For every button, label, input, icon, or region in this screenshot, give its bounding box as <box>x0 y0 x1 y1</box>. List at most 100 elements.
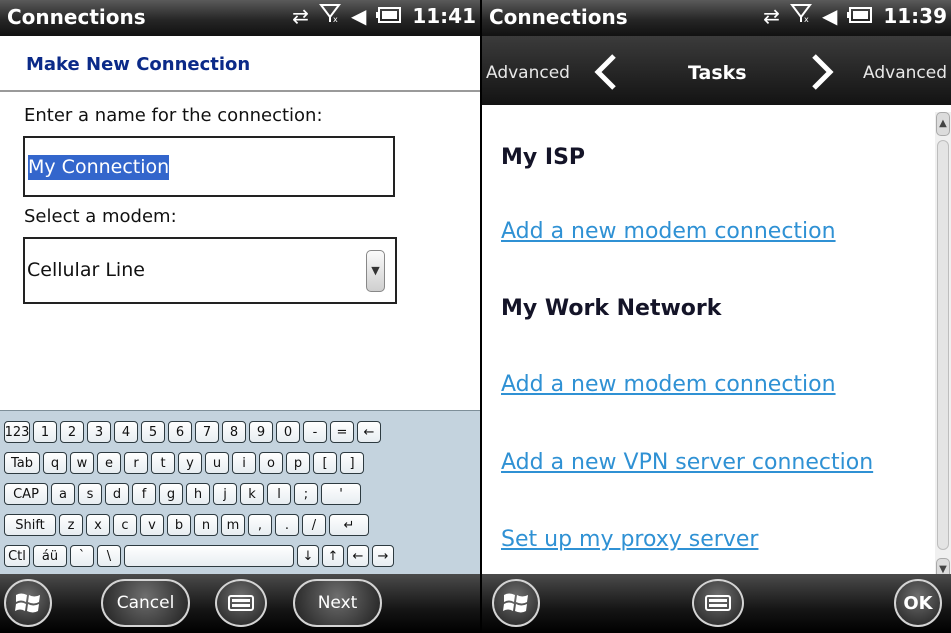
key[interactable]: ; <box>294 483 318 505</box>
scroll-thumb[interactable] <box>937 140 949 550</box>
volume-icon[interactable]: ◀︎ <box>351 4 366 28</box>
key[interactable]: Tab <box>4 452 40 474</box>
key[interactable]: p <box>286 452 310 474</box>
volume-icon[interactable]: ◀︎ <box>822 4 837 28</box>
key[interactable]: b <box>167 514 191 536</box>
tab-advanced-left[interactable]: Advanced <box>486 63 570 83</box>
windows-logo-icon <box>15 593 40 613</box>
data-sync-icon[interactable]: ⇄ <box>763 4 780 28</box>
scroll-up-icon[interactable]: ▲ <box>936 112 950 136</box>
key[interactable]: q <box>43 452 67 474</box>
key[interactable]: → <box>372 545 394 567</box>
key[interactable]: l <box>267 483 291 505</box>
key[interactable]: 5 <box>141 421 165 443</box>
tab-tasks[interactable]: Tasks <box>688 62 747 84</box>
key[interactable]: x <box>86 514 110 536</box>
key[interactable]: j <box>213 483 237 505</box>
battery-icon[interactable] <box>376 4 402 28</box>
connection-name-input[interactable]: My Connection <box>23 136 395 197</box>
key[interactable]: u <box>205 452 229 474</box>
key[interactable]: 0 <box>276 421 300 443</box>
key[interactable]: ← <box>357 421 381 443</box>
key[interactable]: 7 <box>195 421 219 443</box>
key[interactable]: áü <box>33 545 67 567</box>
key[interactable]: ← <box>347 545 369 567</box>
key[interactable]: a <box>51 483 75 505</box>
key[interactable]: - <box>303 421 327 443</box>
clock[interactable]: 11:39 <box>883 4 947 28</box>
key[interactable]: m <box>221 514 245 536</box>
key[interactable]: Shift <box>4 514 56 536</box>
keyboard-toggle-button[interactable] <box>692 579 744 627</box>
key[interactable]: z <box>59 514 83 536</box>
link-add-vpn[interactable]: Add a new VPN server connection <box>501 450 873 475</box>
key[interactable]: , <box>248 514 272 536</box>
key[interactable]: v <box>140 514 164 536</box>
key[interactable]: i <box>232 452 256 474</box>
next-button[interactable]: Next <box>293 579 382 627</box>
chevron-left-icon[interactable] <box>590 53 624 91</box>
key[interactable]: 8 <box>222 421 246 443</box>
windows-start-button[interactable] <box>492 579 540 627</box>
key-space[interactable] <box>124 545 294 567</box>
key[interactable]: y <box>178 452 202 474</box>
ok-button[interactable]: OK <box>894 579 942 627</box>
key[interactable]: r <box>124 452 148 474</box>
windows-logo-icon <box>503 593 528 613</box>
key[interactable]: k <box>240 483 264 505</box>
key[interactable]: Ctl <box>4 545 30 567</box>
key[interactable]: CAP <box>4 483 48 505</box>
key[interactable]: e <box>97 452 121 474</box>
link-proxy-server[interactable]: Set up my proxy server <box>501 527 758 552</box>
key[interactable]: 9 <box>249 421 273 443</box>
key[interactable]: n <box>194 514 218 536</box>
data-sync-icon[interactable]: ⇄ <box>292 4 309 28</box>
key[interactable]: ↵ <box>329 514 369 536</box>
keyboard-icon <box>228 595 254 611</box>
scrollbar[interactable]: ▲ ▼ <box>935 112 951 582</box>
key[interactable]: t <box>151 452 175 474</box>
key[interactable]: ↓ <box>297 545 319 567</box>
key[interactable]: c <box>113 514 137 536</box>
key[interactable]: s <box>78 483 102 505</box>
key[interactable]: o <box>259 452 283 474</box>
key[interactable]: [ <box>313 452 337 474</box>
link-add-modem-work[interactable]: Add a new modem connection <box>501 372 836 397</box>
key[interactable]: 6 <box>168 421 192 443</box>
key[interactable]: g <box>159 483 183 505</box>
keyboard-toggle-button[interactable] <box>215 579 267 627</box>
tab-advanced-right[interactable]: Advanced <box>863 63 947 83</box>
battery-icon[interactable] <box>847 4 873 28</box>
key[interactable]: 4 <box>114 421 138 443</box>
section-heading-my-isp: My ISP <box>501 145 586 170</box>
key[interactable]: d <box>105 483 129 505</box>
modem-select[interactable]: Cellular Line ▼ <box>23 237 397 304</box>
key[interactable]: w <box>70 452 94 474</box>
svg-text:x: x <box>804 15 809 23</box>
chevron-right-icon[interactable] <box>804 53 838 91</box>
key[interactable]: ↑ <box>322 545 344 567</box>
key[interactable]: / <box>302 514 326 536</box>
key[interactable]: 123 <box>4 421 30 443</box>
key[interactable]: . <box>275 514 299 536</box>
key[interactable]: = <box>330 421 354 443</box>
key[interactable]: 2 <box>60 421 84 443</box>
key[interactable]: ] <box>340 452 364 474</box>
app-title: Connections <box>489 5 628 29</box>
clock[interactable]: 11:41 <box>412 4 476 28</box>
link-add-modem-isp[interactable]: Add a new modem connection <box>501 219 836 244</box>
key[interactable]: 1 <box>33 421 57 443</box>
windows-start-button[interactable] <box>4 579 52 627</box>
signal-off-icon[interactable]: x <box>318 3 341 28</box>
name-label: Enter a name for the connection: <box>24 105 323 126</box>
cancel-button[interactable]: Cancel <box>101 579 190 627</box>
key[interactable]: \ <box>97 545 121 567</box>
key[interactable]: f <box>132 483 156 505</box>
status-bar: Connections ⇄ x ◀︎ 11:41 <box>0 0 480 36</box>
key[interactable]: ' <box>321 483 361 505</box>
signal-off-icon[interactable]: x <box>789 3 812 28</box>
dropdown-arrow-icon[interactable]: ▼ <box>366 250 385 292</box>
key[interactable]: 3 <box>87 421 111 443</box>
key[interactable]: ` <box>70 545 94 567</box>
key[interactable]: h <box>186 483 210 505</box>
